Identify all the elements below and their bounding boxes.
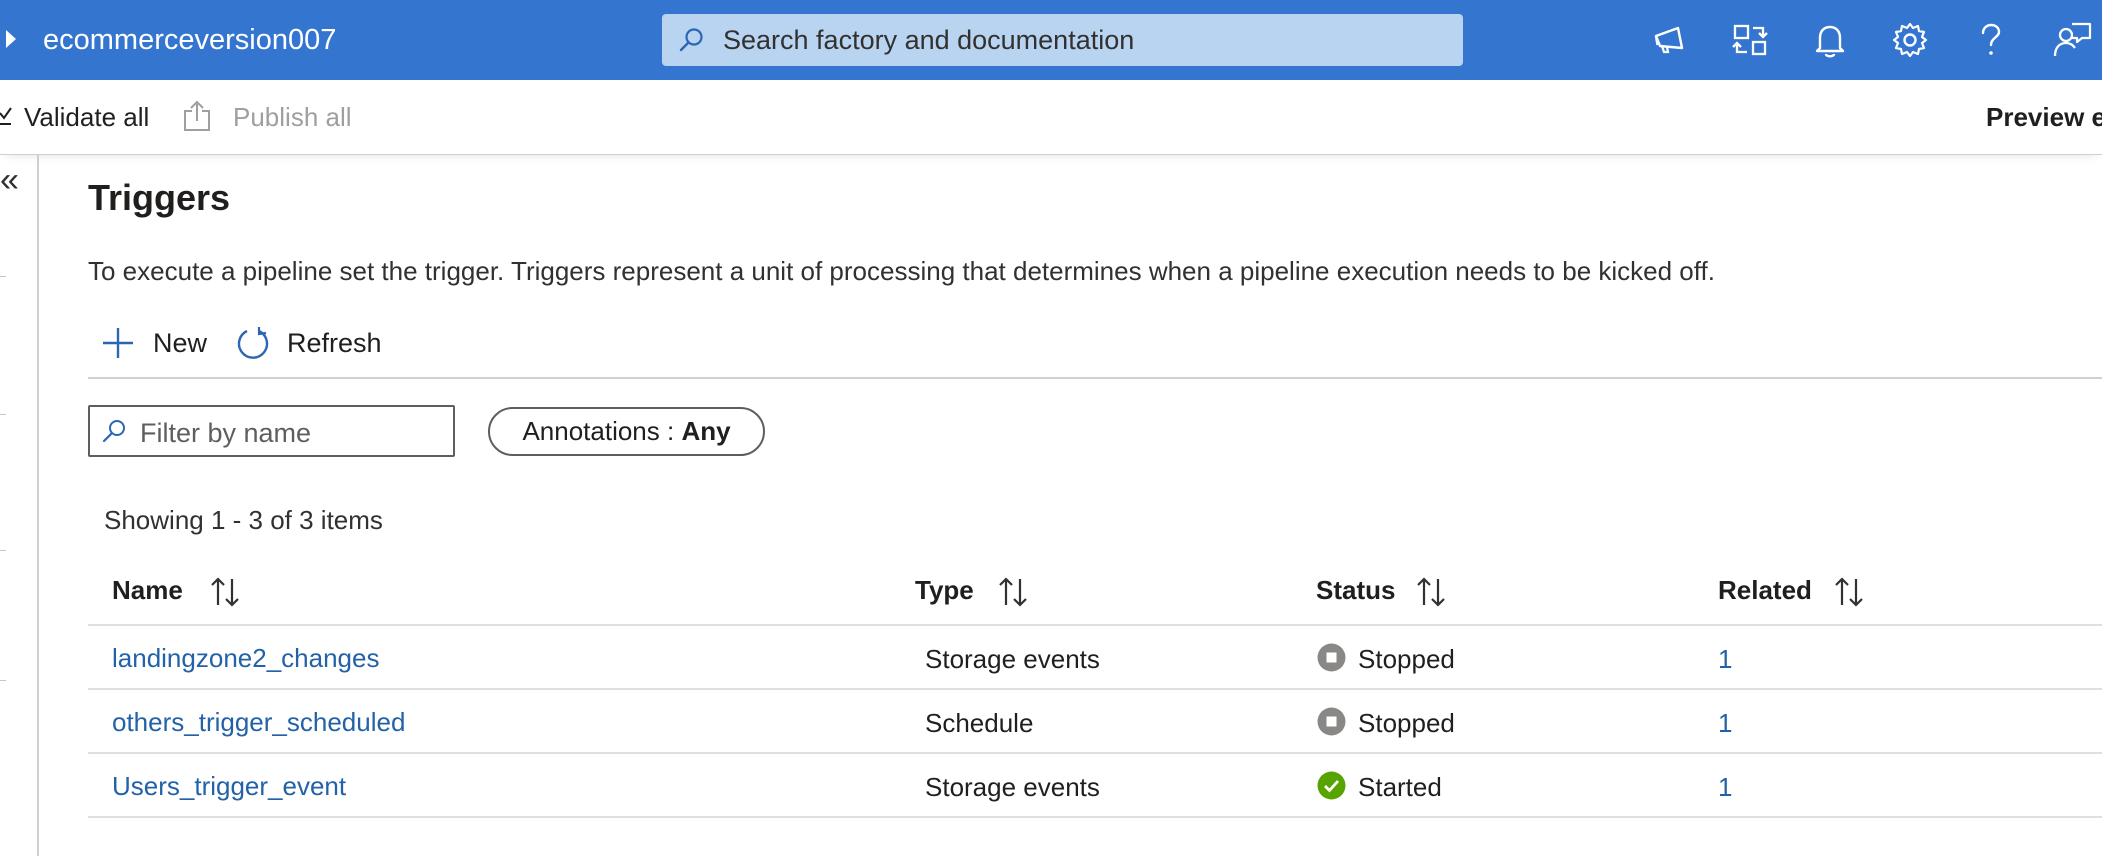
started-status-icon	[1317, 771, 1346, 800]
search-placeholder: Search factory and documentation	[723, 25, 1135, 55]
related-count-link[interactable]: 1	[1718, 642, 1732, 676]
trigger-name-link[interactable]: others_trigger_scheduled	[112, 705, 405, 739]
sort-icon[interactable]	[208, 575, 242, 609]
preview-experience-toggle[interactable]: Preview ex	[1986, 101, 2102, 133]
column-header-type[interactable]: Type	[915, 573, 974, 607]
related-count-link[interactable]: 1	[1718, 706, 1732, 740]
megaphone-icon[interactable]	[1648, 18, 1692, 62]
page-description: To execute a pipeline set the trigger. T…	[88, 256, 1715, 286]
trigger-status: Started	[1358, 772, 1442, 802]
bell-icon[interactable]	[1808, 18, 1852, 62]
validate-all-button[interactable]: Validate all	[24, 101, 149, 133]
trigger-name-link[interactable]: Users_trigger_event	[112, 769, 346, 803]
rail-divider	[0, 550, 6, 551]
trigger-type: Storage events	[925, 644, 1100, 674]
sort-icon[interactable]	[996, 575, 1030, 609]
row-divider	[88, 816, 2102, 818]
sort-icon[interactable]	[1414, 575, 1448, 609]
factory-name[interactable]: ecommerceversion007	[43, 22, 336, 58]
rail-divider	[0, 680, 6, 681]
search-icon	[679, 28, 703, 52]
trigger-status: Stopped	[1358, 708, 1455, 738]
annotations-label: Annotations :	[522, 416, 682, 446]
command-bar: Validate all Publish all Preview ex	[0, 80, 2102, 155]
column-header-name[interactable]: Name	[112, 573, 183, 607]
trigger-type: Schedule	[925, 708, 1034, 738]
top-header-bar: ecommerceversion007 Search factory and d…	[0, 0, 2102, 80]
search-input[interactable]: Search factory and documentation	[662, 14, 1463, 66]
column-header-related[interactable]: Related	[1718, 573, 1812, 607]
row-divider	[88, 752, 2102, 754]
stopped-status-icon	[1317, 707, 1346, 736]
help-icon[interactable]	[1968, 18, 2012, 62]
related-count-link[interactable]: 1	[1718, 770, 1732, 804]
new-trigger-button[interactable]: New	[100, 320, 207, 366]
filter-by-name-input[interactable]: Filter by name	[88, 405, 455, 457]
table-header-divider	[88, 624, 2102, 626]
refresh-button-label: Refresh	[287, 328, 382, 358]
trigger-name-link[interactable]: landingzone2_changes	[112, 641, 379, 675]
validate-icon	[0, 107, 12, 125]
row-divider	[88, 688, 2102, 690]
publish-all-button[interactable]: Publish all	[233, 101, 352, 133]
filter-placeholder: Filter by name	[140, 418, 312, 448]
feedback-icon[interactable]	[2050, 18, 2094, 62]
stopped-status-icon	[1317, 643, 1346, 672]
refresh-button[interactable]: Refresh	[235, 320, 382, 366]
new-button-label: New	[153, 328, 208, 358]
rail-divider	[0, 276, 6, 277]
trigger-type: Storage events	[925, 772, 1100, 802]
page-title: Triggers	[88, 177, 231, 218]
search-icon	[102, 420, 125, 443]
rail-divider	[0, 414, 6, 415]
refresh-icon	[237, 327, 269, 359]
switch-directory-icon[interactable]	[1728, 18, 1772, 62]
publish-icon	[184, 100, 210, 131]
plus-icon	[103, 328, 133, 358]
left-rail: «	[0, 154, 39, 856]
expand-arrow-icon[interactable]	[6, 30, 16, 48]
toolbar-divider	[88, 377, 2102, 379]
annotations-value: Any	[681, 416, 731, 446]
sort-icon[interactable]	[1832, 575, 1866, 609]
annotations-filter-button[interactable]: Annotations : Any	[488, 407, 765, 456]
trigger-status: Stopped	[1358, 644, 1455, 674]
column-header-status[interactable]: Status	[1316, 573, 1395, 607]
gear-icon[interactable]	[1888, 18, 1932, 62]
items-count: Showing 1 - 3 of 3 items	[104, 505, 383, 535]
collapse-icon[interactable]: «	[0, 162, 19, 198]
